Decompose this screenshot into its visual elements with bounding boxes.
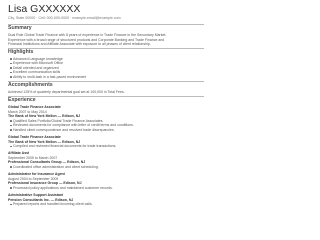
summary-line: Financial Institutions and Affiliate Ass… bbox=[8, 42, 151, 46]
bullet-icon bbox=[10, 76, 12, 78]
bullet-icon bbox=[10, 62, 12, 65]
bullet-icon bbox=[10, 71, 12, 74]
bullet-icon bbox=[10, 120, 12, 122]
job-line: Handled client correspondence and resolv… bbox=[13, 127, 115, 132]
bullet-icon bbox=[10, 124, 12, 127]
divider bbox=[8, 96, 204, 97]
summary-heading: Summary bbox=[8, 25, 32, 31]
experience-heading: Experience bbox=[8, 97, 36, 103]
contact-info: City, State 00000 · Cell: 000-000-0000 ·… bbox=[8, 16, 121, 20]
bullet-icon bbox=[10, 67, 12, 69]
accomplishment-line: Achieved 125% of quarterly departmental … bbox=[8, 90, 125, 94]
bullet-icon bbox=[10, 166, 12, 168]
bullet-icon bbox=[10, 58, 12, 60]
job-line: Coordinated office administration and cl… bbox=[13, 164, 99, 169]
resume-name: Lisa GXXXXXX bbox=[8, 3, 81, 15]
divider bbox=[8, 24, 204, 25]
highlight-item: Ability to multi-task in a fast-paced en… bbox=[13, 74, 87, 79]
job-line: Prepared reports and handled incoming cl… bbox=[13, 202, 93, 206]
highlights-heading: Highlights bbox=[8, 49, 34, 55]
job-line: Compiled and reviewed financial document… bbox=[13, 144, 117, 148]
bullet-icon bbox=[10, 203, 12, 206]
divider bbox=[8, 48, 204, 49]
bullet-icon bbox=[10, 187, 12, 189]
job-line: Processed policy applications and mainta… bbox=[13, 185, 113, 190]
bullet-icon bbox=[10, 145, 12, 148]
bullet-icon bbox=[10, 129, 12, 131]
accomplishments-heading: Accomplishments bbox=[8, 82, 53, 88]
